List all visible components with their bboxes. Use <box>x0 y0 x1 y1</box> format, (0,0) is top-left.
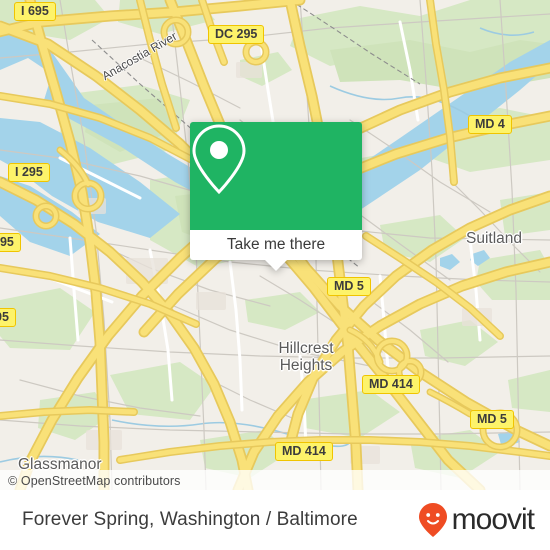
location-callout[interactable]: Take me there <box>190 122 362 271</box>
moovit-pin-icon <box>418 502 448 538</box>
screenshot-root: .grn{fill:#d6e8c4} .grn2{fill:#cfe3ba} .… <box>0 0 550 550</box>
map-canvas[interactable]: .grn{fill:#d6e8c4} .grn2{fill:#cfe3ba} .… <box>0 0 550 490</box>
map-shield-95: 95 <box>0 308 16 327</box>
map-shield-md-414-south: MD 414 <box>275 442 333 461</box>
map-place-label-suitland: Suitland <box>466 230 523 247</box>
map-shield-md-5: MD 5 <box>327 277 371 296</box>
map-shield-295: 295 <box>0 233 21 252</box>
take-me-there-label: Take me there <box>226 236 326 253</box>
location-title: Forever Spring, Washington / Baltimore <box>22 509 358 530</box>
map-shield-dc-295: DC 295 <box>208 25 265 44</box>
map-shield-md-414: MD 414 <box>362 375 420 394</box>
map-shield-i-695: I 695 <box>14 2 56 21</box>
osm-attribution[interactable]: © OpenStreetMap contributors <box>8 474 181 488</box>
map-shield-md-4: MD 4 <box>468 115 512 134</box>
callout-footer[interactable]: Take me there <box>190 230 362 271</box>
map-attribution-bar: © OpenStreetMap contributors <box>0 470 550 490</box>
callout-body <box>190 122 362 230</box>
map-place-label-hillcrest-heights: Hillcrest Heights <box>278 340 334 374</box>
moovit-wordmark: moovit <box>451 503 535 536</box>
moovit-logo[interactable]: moovit <box>418 502 535 538</box>
map-shield-md-5-east: MD 5 <box>470 410 514 429</box>
footer-bar: Forever Spring, Washington / Baltimore m… <box>0 490 550 550</box>
callout-pointer <box>265 260 287 271</box>
map-shield-i-295: I 295 <box>8 163 50 182</box>
